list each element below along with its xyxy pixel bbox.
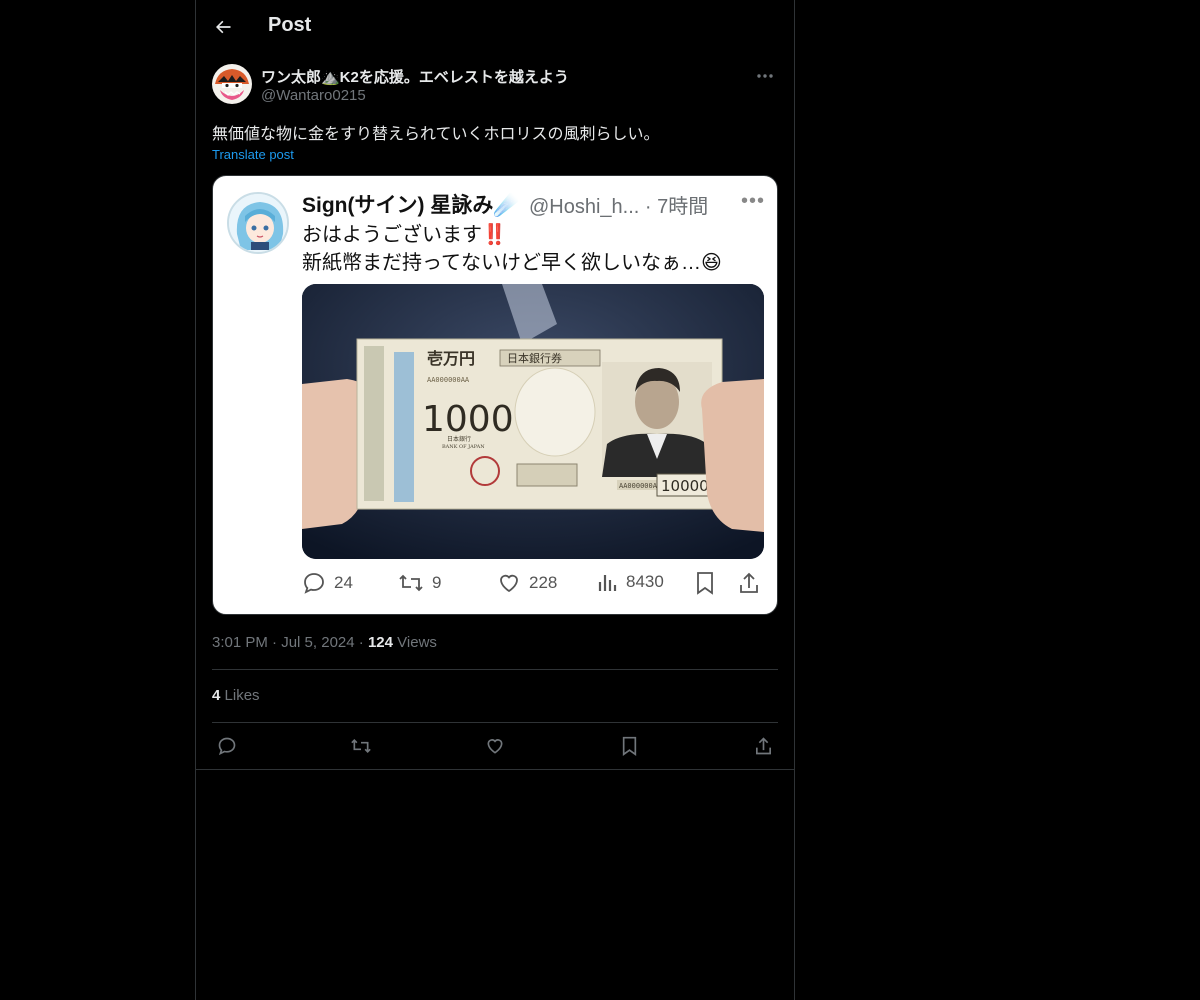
embedded-reply-stat: 24 xyxy=(302,571,353,595)
repost-button[interactable] xyxy=(346,733,376,759)
banknote-sub-label-en: BANK OF JAPAN xyxy=(442,444,485,450)
embedded-repost-stat: 9 xyxy=(398,571,441,595)
post-author: ワン太郎⛰️K2を応援。エベレストを越えよう @Wantaro0215 xyxy=(212,64,778,108)
views-label: Views xyxy=(397,634,437,651)
embedded-like-count: 228 xyxy=(529,573,558,592)
embedded-handle-time: @Hoshi_h... · 7時間 xyxy=(529,196,709,218)
author-display-name[interactable]: ワン太郎⛰️K2を応援。エベレストを越えよう xyxy=(261,66,569,87)
meta-dot: · xyxy=(272,634,282,651)
bookmark-button[interactable] xyxy=(614,733,644,759)
views-icon xyxy=(598,575,617,591)
post-metadata: 3:01 PM · Jul 5, 2024 · 124 Views xyxy=(212,634,437,651)
divider xyxy=(212,669,778,670)
reply-icon xyxy=(304,573,324,594)
post-media-image[interactable]: Sign(サイン) 星詠み☄️ @Hoshi_h... · 7時間 ••• おは… xyxy=(212,175,778,615)
banknote-amount-small: 10000 xyxy=(661,477,709,495)
like-button[interactable] xyxy=(480,733,510,759)
post-action-bar xyxy=(212,733,778,759)
arrow-left-icon xyxy=(216,20,231,34)
more-options-button[interactable] xyxy=(752,64,778,88)
likes-label: Likes xyxy=(224,687,260,704)
post-date[interactable]: Jul 5, 2024 xyxy=(281,634,354,651)
meta-dot: · xyxy=(358,634,368,651)
post-text: 無価値な物に金をすり替えられていくホロリスの風刺らしい。 xyxy=(212,126,660,143)
divider xyxy=(196,769,794,770)
banknote-sub-label: 日本銀行 xyxy=(447,435,471,443)
embedded-text-line-1: おはようございます‼️ xyxy=(302,224,507,246)
repost-icon xyxy=(399,574,423,592)
more-horizontal-icon xyxy=(757,74,773,78)
post-time[interactable]: 3:01 PM xyxy=(212,634,268,651)
banknote-bank-label: 日本銀行券 xyxy=(507,351,562,365)
bookmark-icon xyxy=(622,736,636,756)
translate-post-link[interactable]: Translate post xyxy=(212,147,294,162)
repost-icon xyxy=(351,738,371,754)
embedded-bookmark-stat xyxy=(695,571,715,595)
author-avatar[interactable] xyxy=(212,64,252,104)
embedded-reply-count: 24 xyxy=(334,573,353,592)
banknote-serial-bottom: AA000000AA xyxy=(619,482,662,490)
embedded-like-stat: 228 xyxy=(497,571,557,595)
embedded-banknote-photo: 壱万円 日本銀行券 AA000000AA 10000 日本銀行 BANK OF … xyxy=(302,284,764,559)
embedded-more-icon: ••• xyxy=(741,190,766,212)
likes-summary[interactable]: 4 Likes xyxy=(212,687,260,704)
divider xyxy=(212,722,778,723)
embedded-avatar xyxy=(227,192,289,254)
reply-icon xyxy=(218,737,236,756)
embedded-display-name: Sign(サイン) 星詠み☄️ xyxy=(302,194,520,217)
embedded-views-stat: 8430 xyxy=(596,571,664,593)
embedded-views-count: 8430 xyxy=(626,572,664,591)
views-count: 124 xyxy=(367,634,393,651)
reply-button[interactable] xyxy=(212,733,242,759)
banknote-top-label: 壱万円 xyxy=(427,349,475,368)
share-icon xyxy=(755,737,771,755)
share-button[interactable] xyxy=(748,733,778,759)
banknote-serial-top: AA000000AA xyxy=(427,376,470,384)
page-title: Post xyxy=(268,14,312,36)
heart-icon xyxy=(487,739,503,754)
embedded-text-line-2: 新紙幣まだ持ってないけど早く欲しいなぁ…😆 xyxy=(302,252,722,274)
likes-count: 4 xyxy=(212,687,221,704)
back-button[interactable] xyxy=(208,10,238,44)
heart-icon xyxy=(500,574,518,593)
embedded-repost-count: 9 xyxy=(432,573,442,592)
embedded-action-bar: 24 9 228 8430 xyxy=(302,571,764,599)
bookmark-icon xyxy=(697,572,713,595)
post-column: Post ワン太郎⛰️K2を応援。エベレストを越えよう @Wantaro0215 xyxy=(195,0,795,1000)
share-icon xyxy=(740,572,758,593)
embedded-share-stat xyxy=(738,571,760,595)
header-bar: Post xyxy=(196,0,794,55)
author-handle[interactable]: @Wantaro0215 xyxy=(261,87,366,104)
